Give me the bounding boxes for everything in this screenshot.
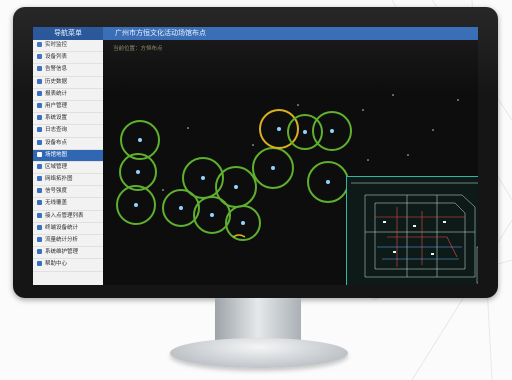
scatter-dot	[187, 127, 189, 129]
sidebar-item[interactable]: 设备列表	[33, 52, 103, 65]
sidebar-item-label: 告警信息	[45, 66, 68, 73]
report-icon	[37, 90, 42, 96]
access-point-marker[interactable]	[138, 138, 142, 142]
sidebar-item[interactable]: 报表统计	[33, 89, 103, 101]
area-icon	[37, 163, 42, 169]
sidebar-item[interactable]: 系统设置	[33, 113, 103, 126]
log-icon	[37, 127, 42, 133]
sidebar-item-label: 场馆地图	[45, 151, 68, 158]
scatter-dot	[407, 154, 409, 156]
sidebar-item-label: 接入点管理列表	[45, 212, 84, 219]
sidebar-item[interactable]: 场馆地图	[33, 149, 103, 162]
access-point-marker[interactable]	[241, 221, 245, 225]
user-icon	[37, 102, 42, 108]
wifi-icon	[37, 200, 42, 206]
access-point-marker[interactable]	[277, 127, 281, 131]
access-point-marker[interactable]	[179, 206, 183, 210]
sidebar-item[interactable]: 网络拓扑图	[33, 174, 103, 187]
sidebar-item[interactable]: 区域管理	[33, 162, 103, 175]
sidebar-item[interactable]: 系统维护管理	[33, 247, 103, 260]
sidebar-item[interactable]: 无线覆盖	[33, 198, 103, 211]
list-icon	[37, 54, 42, 60]
floor-plan-drawing	[351, 182, 478, 284]
scatter-dot	[362, 109, 364, 111]
signal-icon	[37, 188, 42, 194]
monitor-icon	[37, 42, 42, 47]
sidebar-item-label: 流量统计分析	[45, 237, 79, 243]
access-point-marker[interactable]	[330, 129, 334, 133]
access-point-marker[interactable]	[134, 203, 138, 207]
sidebar-item[interactable]: 终端设备统计	[33, 223, 103, 235]
access-point-marker[interactable]	[303, 130, 307, 134]
history-icon	[37, 78, 42, 84]
sidebar-item[interactable]: 帮助中心	[33, 259, 103, 272]
sidebar-item-label: 帮助中心	[45, 261, 68, 268]
scatter-dot	[252, 144, 254, 146]
scatter-dot	[432, 129, 434, 131]
scatter-dot	[162, 189, 164, 191]
help-icon	[37, 261, 42, 267]
sidebar-item[interactable]: 历史数据	[33, 77, 103, 89]
sidebar: 实时监控设备列表告警信息历史数据报表统计用户管理系统设置日志查询设备布点场馆地图…	[33, 40, 103, 285]
brand-label: 导航菜单	[33, 27, 103, 40]
ap-icon	[37, 212, 42, 218]
sidebar-item-label: 实时监控	[45, 42, 68, 48]
top-bar: 导航菜单 广州市方恒文化活动场馆布点	[33, 27, 478, 40]
sidebar-item[interactable]: 日志查询	[33, 125, 103, 138]
sidebar-item[interactable]: 告警信息	[33, 64, 103, 77]
access-point-marker[interactable]	[136, 170, 140, 174]
sidebar-item-label: 设备列表	[45, 54, 68, 61]
sidebar-item-label: 日志查询	[45, 127, 68, 134]
tools-icon	[37, 249, 42, 255]
monitor-bezel: 导航菜单 广州市方恒文化活动场馆布点 实时监控设备列表告警信息历史数据报表统计用…	[13, 7, 498, 298]
sidebar-item[interactable]: 用户管理	[33, 101, 103, 114]
scatter-dot	[367, 159, 369, 161]
traffic-icon	[37, 237, 42, 242]
sidebar-item-label: 系统维护管理	[45, 249, 79, 256]
sidebar-item-label: 网络拓扑图	[45, 176, 73, 183]
alarm-icon	[37, 66, 42, 72]
access-point-marker[interactable]	[210, 213, 214, 217]
sidebar-item[interactable]: 流量统计分析	[33, 235, 103, 248]
yellow-cable-marker	[232, 234, 246, 238]
sidebar-item-label: 区域管理	[45, 163, 68, 170]
scatter-dot	[297, 104, 299, 106]
scatter-dot	[457, 99, 459, 101]
sidebar-item-label: 历史数据	[45, 78, 68, 85]
sidebar-item-label: 报表统计	[45, 90, 68, 97]
main-canvas: 当前位置：方恒布点	[103, 40, 478, 285]
access-point-marker[interactable]	[234, 185, 238, 189]
sidebar-item-label: 终端设备统计	[45, 224, 79, 231]
map-icon	[37, 151, 42, 157]
access-point-marker[interactable]	[271, 166, 275, 170]
access-point-marker[interactable]	[326, 180, 330, 184]
sidebar-item[interactable]: 实时监控	[33, 40, 103, 53]
sidebar-item-label: 设备布点	[45, 139, 68, 146]
sidebar-item[interactable]: 信号强度	[33, 186, 103, 199]
monitor-stand-base	[170, 338, 348, 368]
sidebar-item[interactable]: 接入点管理列表	[33, 211, 103, 223]
monitor-screen: 导航菜单 广州市方恒文化活动场馆布点 实时监控设备列表告警信息历史数据报表统计用…	[33, 27, 478, 285]
topology-icon	[37, 176, 42, 182]
scatter-dot	[392, 94, 394, 96]
page-title: 广州市方恒文化活动场馆布点	[115, 29, 206, 37]
terminal-icon	[37, 224, 42, 230]
layout-icon	[37, 139, 42, 145]
sidebar-item-label: 信号强度	[45, 188, 68, 195]
breadcrumb: 当前位置：方恒布点	[113, 46, 163, 52]
sidebar-item[interactable]: 设备布点	[33, 138, 103, 150]
gear-icon	[37, 115, 42, 121]
sidebar-item-label: 无线覆盖	[45, 200, 68, 207]
sidebar-item-label: 系统设置	[45, 115, 68, 122]
access-point-marker[interactable]	[201, 176, 205, 180]
floor-plan-minimap[interactable]	[346, 176, 478, 285]
sidebar-item-label: 用户管理	[45, 102, 68, 109]
